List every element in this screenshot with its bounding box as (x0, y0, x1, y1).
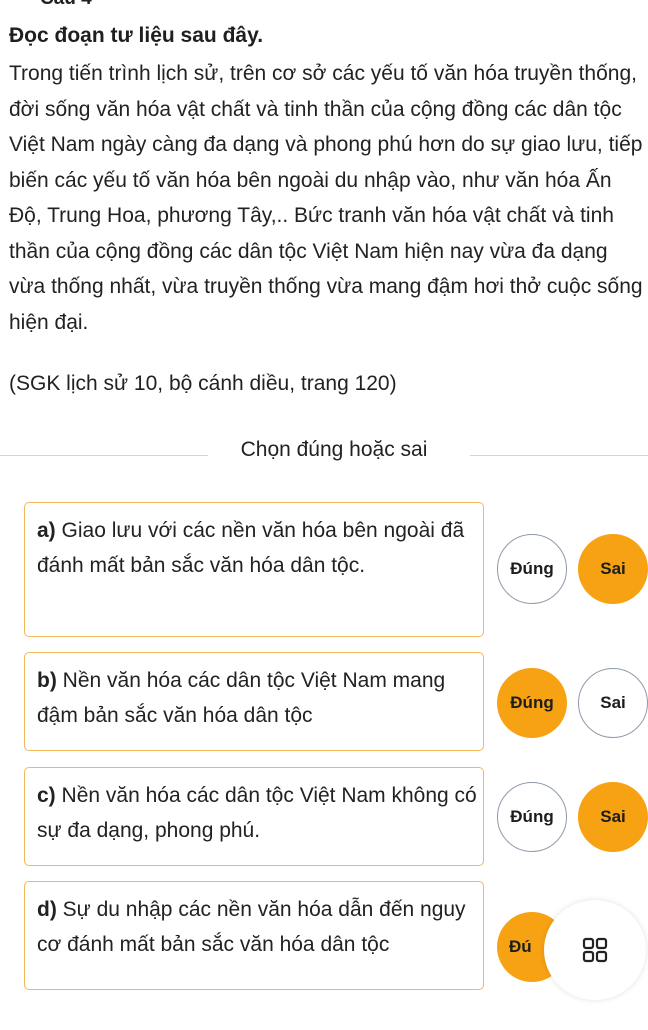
statement-text: Sự du nhập các nền văn hóa dẫn đến nguy … (37, 898, 466, 956)
section-title: Chọn đúng hoặc sai (240, 438, 428, 461)
statement-text: Nền văn hóa các dân tộc Việt Nam không c… (37, 784, 477, 842)
true-button-a[interactable]: Đúng (497, 534, 567, 604)
divider-right (470, 455, 648, 456)
statement-letter: c) (37, 784, 56, 807)
statement-letter: a) (37, 519, 56, 542)
passage-text: Trong tiến trình lịch sử, trên cơ sở các… (9, 62, 643, 334)
question-number: Câu 4 (40, 0, 92, 10)
false-button-b[interactable]: Sai (578, 668, 648, 738)
statement-text: Nền văn hóa các dân tộc Việt Nam mang đậ… (37, 669, 446, 727)
statement-text: Giao lưu với các nền văn hóa bên ngoài đ… (37, 519, 465, 577)
true-button-b[interactable]: Đúng (497, 668, 567, 738)
grid-menu-icon (582, 937, 608, 963)
false-button-c[interactable]: Sai (578, 782, 648, 852)
statement-letter: b) (37, 669, 57, 692)
true-button-c[interactable]: Đúng (497, 782, 567, 852)
passage-source: (SGK lịch sử 10, bộ cánh diều, trang 120… (9, 372, 397, 395)
statement-letter: d) (37, 898, 57, 921)
statement-card-c: c) Nền văn hóa các dân tộc Việt Nam khôn… (24, 767, 484, 866)
false-button-a[interactable]: Sai (578, 534, 648, 604)
statement-card-d: d) Sự du nhập các nền văn hóa dẫn đến ng… (24, 881, 484, 990)
statement-card-a: a) Giao lưu với các nền văn hóa bên ngoà… (24, 502, 484, 637)
floating-menu-button[interactable] (544, 900, 646, 1000)
instruction-heading: Đọc đoạn tư liệu sau đây. (9, 24, 264, 47)
statement-card-b: b) Nền văn hóa các dân tộc Việt Nam mang… (24, 652, 484, 751)
